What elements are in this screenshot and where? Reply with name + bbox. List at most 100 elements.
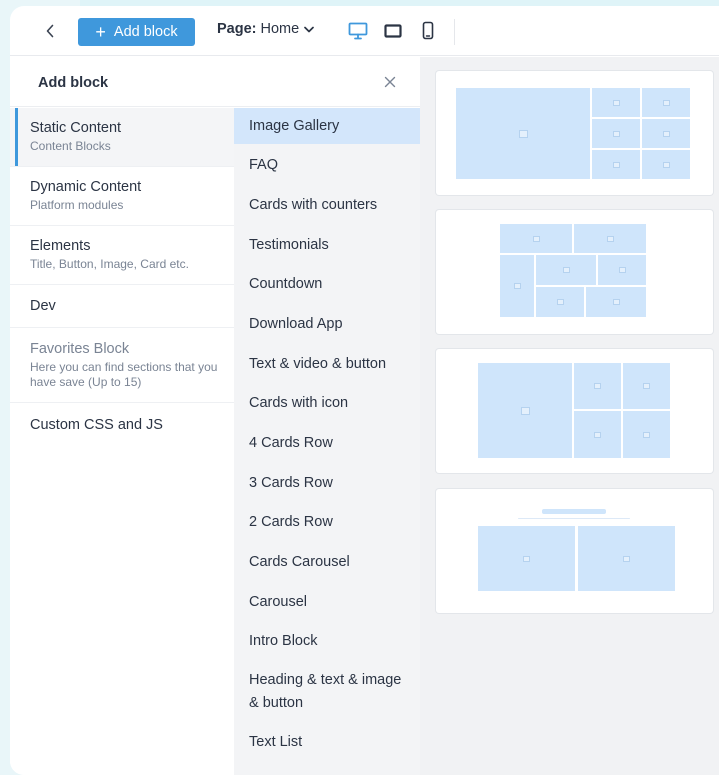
image-icon (643, 431, 650, 438)
tablet-view-button[interactable] (382, 19, 404, 43)
preview-heading-bar (542, 509, 606, 514)
category-title: Elements (30, 238, 91, 254)
preview-block (574, 363, 621, 409)
panel-title: Add block (38, 75, 109, 91)
image-icon (612, 299, 620, 305)
preview-block (642, 150, 690, 179)
image-icon (643, 383, 650, 389)
block-item-intro-block[interactable]: Intro Block (234, 621, 420, 661)
image-icon (662, 130, 670, 137)
preview-card[interactable] (436, 489, 713, 613)
block-item-cards-carousel[interactable]: Cards Carousel (234, 542, 420, 582)
chevron-down-icon (304, 26, 315, 33)
editor-window: + Add block Page: Home Add block Static … (10, 6, 719, 775)
toolbar: + Add block Page: Home (10, 6, 719, 56)
preview-block (623, 411, 670, 458)
category-subtitle: Here you can find sections that you have… (30, 359, 218, 389)
preview-block (586, 287, 646, 317)
block-item-heading-text-image-button[interactable]: Heading & text & image & button (234, 661, 404, 723)
add-block-panel: Add block Static Content Content Blocks … (10, 57, 420, 775)
category-title: Static Content (30, 120, 122, 136)
block-item-4-cards-row[interactable]: 4 Cards Row (234, 423, 420, 463)
back-button[interactable] (40, 19, 60, 43)
preview-card[interactable] (436, 349, 713, 473)
category-dynamic-content[interactable]: Dynamic Content Platform modules (10, 167, 234, 226)
block-item-text-video-button[interactable]: Text & video & button (234, 344, 420, 383)
preview-block (623, 363, 670, 409)
category-static-content[interactable]: Static Content Content Blocks (10, 108, 234, 167)
block-item-faq[interactable]: FAQ (234, 144, 420, 185)
page-label: Page: (217, 21, 257, 37)
plus-icon: + (95, 22, 106, 42)
category-list: Static Content Content Blocks Dynamic Co… (10, 108, 234, 446)
preview-block (478, 526, 575, 591)
image-icon (520, 406, 530, 415)
preview-block (500, 255, 534, 317)
preview-block (536, 287, 584, 317)
image-icon (662, 161, 670, 168)
image-icon (556, 299, 564, 305)
category-dev[interactable]: Dev (10, 285, 234, 328)
category-title: Dynamic Content (30, 179, 142, 195)
toolbar-divider (454, 19, 455, 45)
image-icon (532, 235, 540, 242)
category-custom-css-js[interactable]: Custom CSS and JS (10, 403, 234, 446)
desktop-view-button[interactable] (347, 19, 369, 43)
preview-block (574, 224, 646, 253)
tablet-icon (384, 24, 402, 38)
panel-header: Add block (10, 57, 420, 107)
image-icon (562, 267, 570, 273)
preview-block (592, 150, 640, 179)
page-selector[interactable]: Page: Home (217, 21, 315, 37)
block-item-cards-with-counters[interactable]: Cards with counters (234, 185, 420, 225)
preview-block (592, 88, 640, 117)
preview-block (642, 119, 690, 148)
preview-block (478, 363, 572, 458)
block-item-countdown[interactable]: Countdown (234, 264, 420, 304)
category-subtitle: Platform modules (30, 198, 124, 212)
image-icon (612, 130, 620, 137)
category-title: Custom CSS and JS (30, 416, 163, 433)
preview-card[interactable] (436, 210, 713, 334)
add-block-label: Add block (113, 24, 178, 40)
close-button[interactable] (382, 74, 398, 90)
desktop-icon (348, 22, 368, 40)
preview-block (500, 224, 572, 253)
category-title: Favorites Block (30, 340, 130, 357)
category-subtitle: Content Blocks (30, 139, 111, 153)
block-item-testimonials[interactable]: Testimonials (234, 225, 420, 264)
category-title: Dev (30, 298, 56, 314)
block-item-carousel[interactable]: Carousel (234, 582, 420, 621)
image-icon (513, 283, 521, 289)
add-block-button[interactable]: + Add block (78, 18, 195, 46)
chevron-left-icon (46, 24, 54, 38)
preview-block (574, 411, 621, 458)
image-icon (594, 431, 601, 438)
category-subtitle: Title, Button, Image, Card etc. (30, 257, 189, 271)
block-item-cards-with-icon[interactable]: Cards with icon (234, 383, 420, 423)
block-item-image-gallery[interactable]: Image Gallery (234, 108, 420, 144)
block-item-text-list[interactable]: Text List (234, 723, 420, 761)
block-item-2-cards-row[interactable]: 2 Cards Row (234, 502, 420, 542)
block-item-download-app[interactable]: Download App (234, 304, 420, 344)
image-icon (594, 383, 601, 389)
image-icon (662, 99, 670, 106)
preview-block (598, 255, 646, 285)
mobile-icon (422, 21, 434, 40)
category-favorites-block[interactable]: Favorites Block Here you can find sectio… (10, 328, 234, 403)
preview-block (536, 255, 596, 285)
image-icon (612, 161, 620, 168)
block-list: Image Gallery FAQ Cards with counters Te… (234, 108, 420, 775)
preview-card[interactable] (436, 71, 713, 195)
preview-block (578, 526, 675, 591)
block-preview-area (420, 57, 719, 775)
category-elements[interactable]: Elements Title, Button, Image, Card etc. (10, 226, 234, 285)
image-icon (523, 555, 530, 562)
preview-block (592, 119, 640, 148)
block-item-3-cards-row[interactable]: 3 Cards Row (234, 463, 420, 502)
preview-subheading-line (518, 518, 630, 519)
image-icon (518, 129, 528, 138)
mobile-view-button[interactable] (417, 19, 439, 43)
image-icon (612, 99, 620, 106)
close-icon (384, 76, 396, 88)
